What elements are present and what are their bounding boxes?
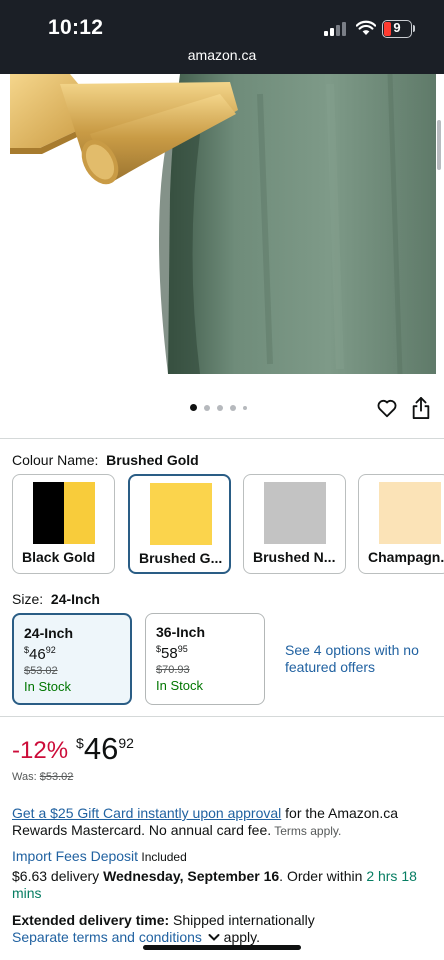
gift-card-link[interactable]: Get a $25 Gift Card instantly upon appro…	[12, 805, 281, 821]
towel-bar-illustration	[0, 74, 444, 374]
divider	[0, 438, 444, 439]
size-option-36-inch[interactable]: 36-Inch $5895 $70.93 In Stock	[145, 613, 265, 705]
size-option-stock: In Stock	[24, 679, 71, 694]
size-option-label: 24-Inch	[24, 625, 74, 641]
size-label: Size:	[12, 591, 44, 607]
battery-level: 9	[393, 20, 401, 35]
colour-label: Colour Name:	[12, 452, 99, 468]
gift-card-terms: Terms apply.	[271, 824, 342, 838]
see-more-options-link[interactable]: See 4 options with no featured offers	[285, 642, 435, 676]
page-scrollbar[interactable]	[437, 120, 441, 170]
import-fees-status: Included	[138, 850, 187, 864]
pagination-dot[interactable]	[243, 405, 247, 410]
size-option-price: $4692	[24, 645, 56, 663]
swatch-champagne-image	[379, 482, 441, 544]
size-option-price: $5895	[156, 644, 188, 662]
price-row: -12% $46 92	[12, 732, 134, 766]
swatch-brushed-gold-image	[150, 483, 212, 545]
colour-option-brushed-gold[interactable]: Brushed G...	[128, 474, 231, 574]
colour-option-brushed-nickel[interactable]: Brushed N...	[243, 474, 346, 574]
chevron-down-icon[interactable]	[208, 933, 220, 942]
address-bar-url[interactable]: amazon.ca	[0, 47, 444, 63]
status-bar: 10:12 9 amazon.ca	[0, 0, 444, 74]
was-price: Was: $53.02	[12, 771, 74, 783]
colour-selected-value: Brushed Gold	[106, 452, 199, 468]
colour-option-label: Champagn...	[368, 549, 444, 565]
product-image[interactable]	[0, 74, 444, 374]
size-option-stock: In Stock	[156, 678, 203, 693]
gift-card-offer: Get a $25 Gift Card instantly upon appro…	[12, 805, 432, 840]
cellular-signal-icon	[324, 22, 348, 36]
pagination-dot[interactable]	[230, 404, 236, 411]
colour-option-champagne[interactable]: Champagn...	[358, 474, 444, 574]
size-label-row: Size: 24-Inch	[12, 591, 100, 607]
size-option-24-inch[interactable]: 24-Inch $4692 $53.02 In Stock	[12, 613, 132, 705]
colour-option-label: Black Gold	[22, 549, 96, 565]
delivery-date: Wednesday, September 16	[103, 868, 280, 884]
import-fees-link[interactable]: Import Fees Deposit	[12, 848, 138, 864]
heart-icon[interactable]	[376, 397, 398, 419]
size-option-was-price: $70.93	[156, 664, 190, 676]
wifi-icon	[356, 20, 376, 35]
swatch-brushed-nickel-image	[264, 482, 326, 544]
home-indicator[interactable]	[143, 945, 301, 950]
swatch-black-gold-image	[33, 482, 95, 544]
colour-label-row: Colour Name: Brushed Gold	[12, 452, 199, 468]
pagination-dot[interactable]	[190, 404, 197, 411]
pagination-dot[interactable]	[204, 404, 210, 411]
separate-terms-link[interactable]: Separate terms and conditions	[12, 929, 202, 945]
extended-delivery: Extended delivery time: Shipped internat…	[12, 912, 315, 945]
import-fees: Import Fees Deposit Included	[12, 848, 432, 866]
colour-option-black-gold[interactable]: Black Gold	[12, 474, 115, 574]
colour-option-label: Brushed G...	[139, 550, 223, 566]
divider	[0, 716, 444, 717]
discount-percent: -12%	[12, 737, 69, 764]
colour-option-label: Brushed N...	[253, 549, 336, 565]
battery-icon: 9	[382, 20, 412, 38]
size-option-was-price: $53.02	[24, 665, 58, 677]
status-time: 10:12	[48, 16, 104, 39]
extended-delivery-label: Extended delivery time:	[12, 912, 170, 928]
size-option-label: 36-Inch	[156, 624, 206, 640]
image-pagination[interactable]	[190, 404, 247, 411]
size-selected-value: 24-Inch	[50, 591, 100, 607]
delivery-info: $6.63 delivery Wednesday, September 16. …	[12, 868, 417, 901]
pagination-dot[interactable]	[217, 404, 223, 411]
current-price: $46 92	[76, 731, 134, 766]
share-icon[interactable]	[410, 396, 432, 420]
